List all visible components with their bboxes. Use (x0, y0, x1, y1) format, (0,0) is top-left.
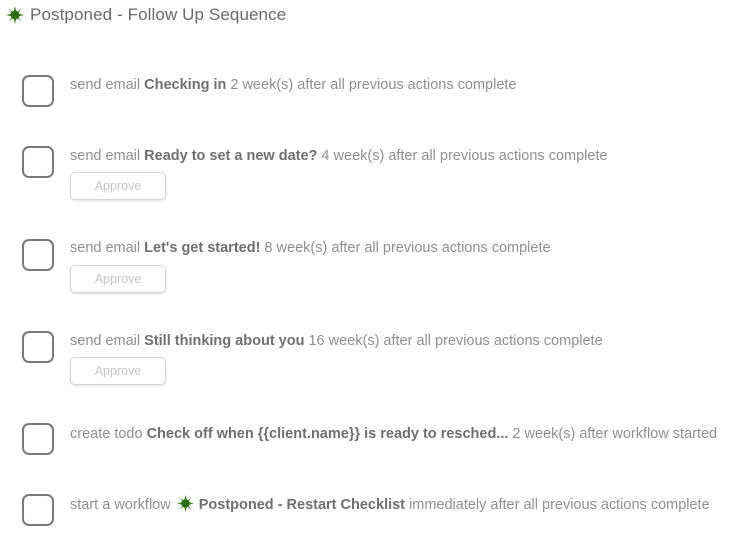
step-action-type: create todo (70, 426, 147, 442)
step-checkbox[interactable] (22, 146, 54, 178)
step-timing: 8 week(s) after all previous actions com… (260, 240, 551, 256)
step-item-name: Checking in (144, 77, 227, 93)
green-burst-icon (176, 495, 194, 512)
step-checkbox[interactable] (22, 423, 54, 455)
step-action-type: send email (70, 77, 145, 93)
step-item-name: Let's get started! (144, 240, 261, 256)
step-description: create todo Check off when {{client.name… (70, 425, 717, 443)
page-title: Postponed - Follow Up Sequence (30, 5, 287, 24)
step-checkbox[interactable] (22, 331, 54, 363)
step-description: send email Let's get started! 8 week(s) … (70, 239, 551, 257)
step-timing: immediately after all previous actions c… (405, 497, 710, 513)
green-burst-icon (6, 6, 24, 24)
step-timing: 16 week(s) after all previous actions co… (304, 333, 603, 349)
step-item-name: Still thinking about you (144, 333, 305, 349)
step-item-name: Check off when {{client.name}} is ready … (146, 426, 509, 442)
step-item-name: Ready to set a new date? (144, 148, 318, 164)
step-action-type: start a workflow (70, 497, 175, 513)
step-timing: 2 week(s) after workflow started (508, 426, 718, 442)
step-timing: 2 week(s) after all previous actions com… (226, 77, 517, 93)
step-description: send email Checking in 2 week(s) after a… (70, 76, 516, 94)
approve-button[interactable]: Approve (70, 265, 166, 293)
step-action-type: send email (70, 148, 145, 164)
page-header: Postponed - Follow Up Sequence (6, 4, 286, 26)
step-description: start a workflow Postponed - Restart Che… (70, 495, 710, 514)
step-action-type: send email (70, 240, 145, 256)
step-description: send email Ready to set a new date? 4 we… (70, 147, 608, 165)
step-action-type: send email (70, 333, 145, 349)
step-timing: 4 week(s) after all previous actions com… (317, 148, 608, 164)
step-checkbox[interactable] (22, 75, 54, 107)
step-description: send email Still thinking about you 16 w… (70, 332, 603, 350)
step-item-name[interactable]: Postponed - Restart Checklist (199, 497, 405, 513)
approve-button[interactable]: Approve (70, 172, 166, 200)
approve-button[interactable]: Approve (70, 357, 166, 385)
step-checkbox[interactable] (22, 239, 54, 271)
step-checkbox[interactable] (22, 494, 54, 526)
